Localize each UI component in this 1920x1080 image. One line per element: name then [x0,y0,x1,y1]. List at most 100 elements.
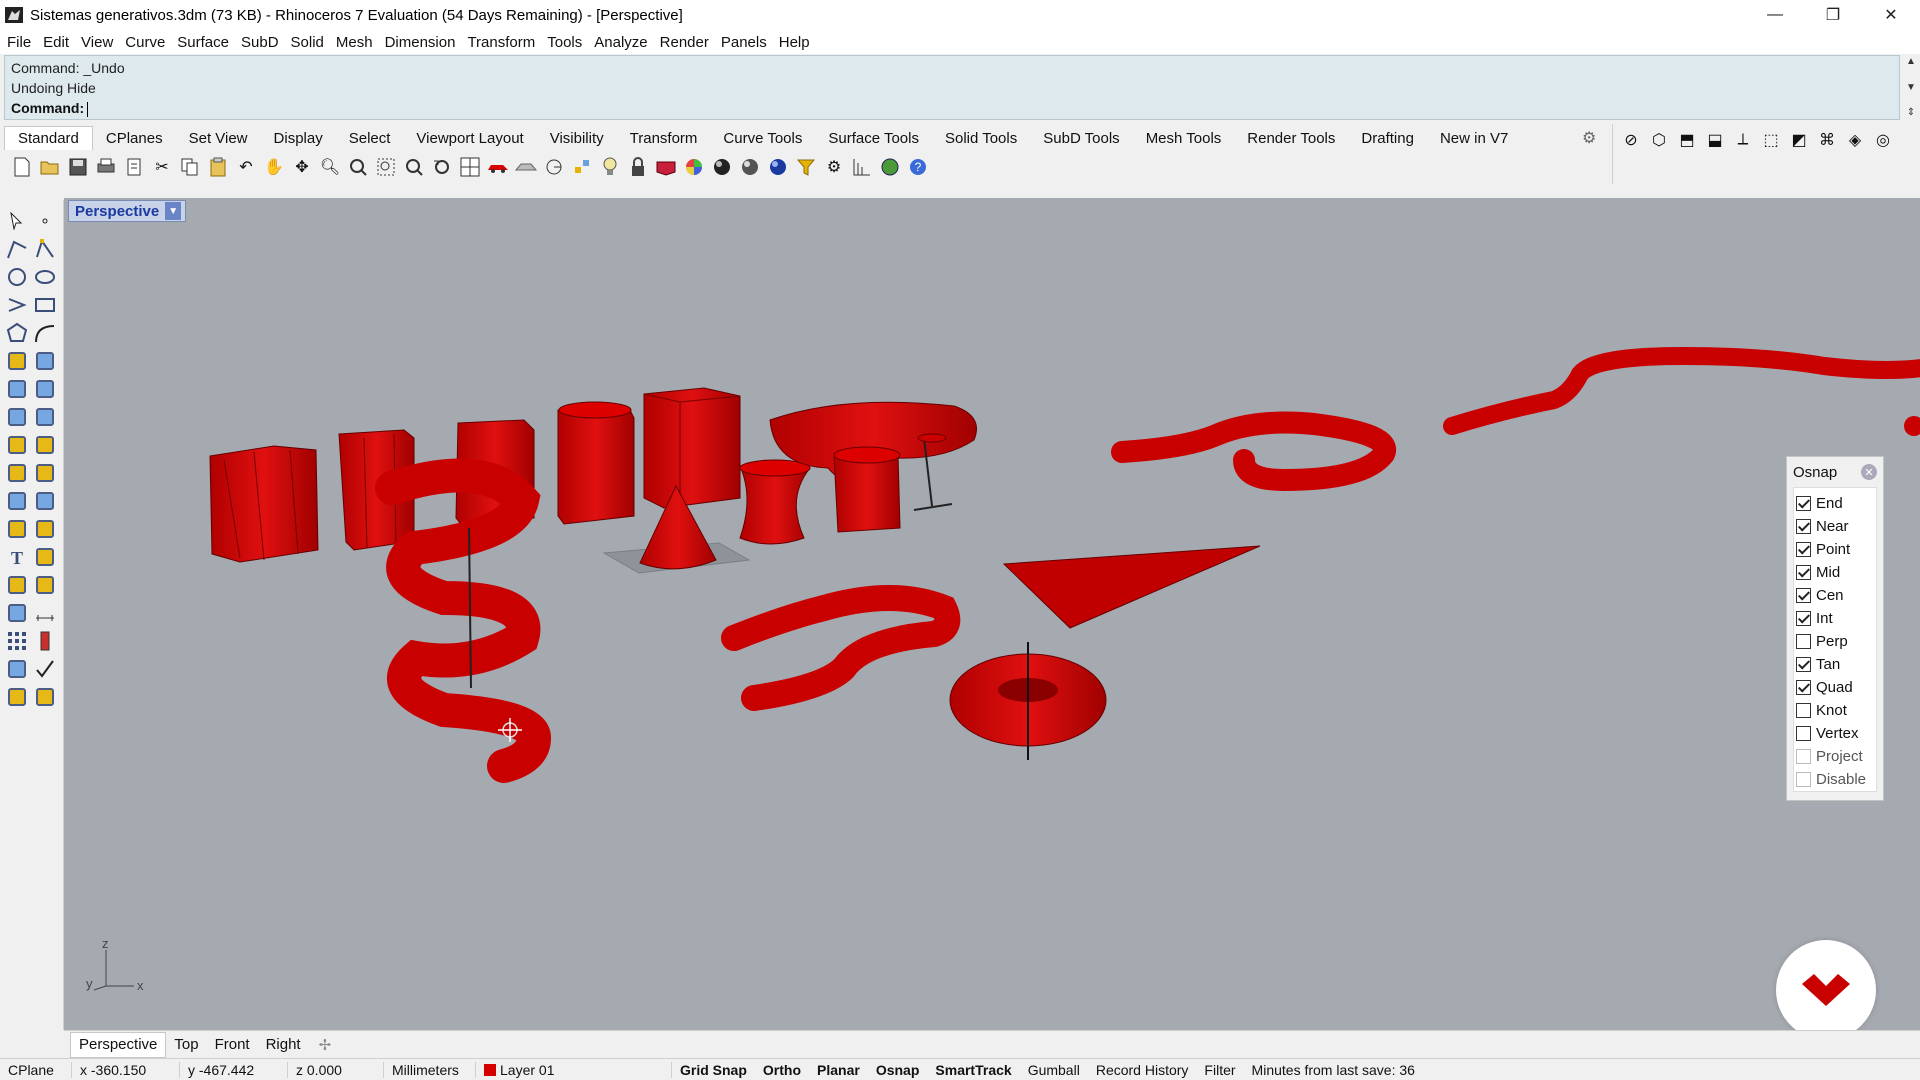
globe-icon[interactable] [878,155,902,179]
osnap-checkbox[interactable] [1796,749,1811,764]
menu-surface[interactable]: Surface [173,34,237,51]
osnap-checkbox[interactable] [1796,542,1811,557]
undo-view-icon[interactable] [430,155,454,179]
toggle-ortho[interactable]: Ortho [755,1062,809,1078]
mesh-tool-icon[interactable] [4,432,30,458]
point-icon[interactable] [32,208,58,234]
tab-mesh-tools[interactable]: Mesh Tools [1133,126,1235,150]
menu-curve[interactable]: Curve [121,34,173,51]
box-edit-icon[interactable] [4,600,30,626]
close-button[interactable]: ✕ [1862,0,1920,30]
osnap-option[interactable]: Perp [1794,630,1876,653]
extrude-icon[interactable] [32,404,58,430]
shell-icon[interactable]: ◈ [1843,128,1867,152]
osnap-option[interactable]: Quad [1794,676,1876,699]
rebuild-icon[interactable]: ⌘ [1815,128,1839,152]
right-view-icon[interactable]: ⬓ [1703,128,1727,152]
fillet-curve-icon[interactable] [32,320,58,346]
viewport-title-tab[interactable]: Perspective ▼ [68,200,187,222]
copy-tool-icon[interactable] [32,460,58,486]
light-icon[interactable] [598,155,622,179]
grid-icon[interactable] [850,155,874,179]
menu-edit[interactable]: Edit [39,34,77,51]
osnap-checkbox[interactable] [1796,611,1811,626]
tab-transform[interactable]: Transform [617,126,711,150]
dimension-tool-icon[interactable] [32,600,58,626]
edit-points-icon[interactable] [32,572,58,598]
zoom-extents-icon[interactable] [374,155,398,179]
boolean-split-icon[interactable] [32,488,58,514]
zoom-window-icon[interactable] [346,155,370,179]
render-tool-icon[interactable] [32,432,58,458]
osnap-option[interactable]: End [1794,492,1876,515]
fillet-icon[interactable] [4,516,30,542]
dimension-icon[interactable]: ⟂ [1731,128,1755,152]
tab-standard[interactable]: Standard [4,126,93,150]
tab-display[interactable]: Display [261,126,336,150]
viewport-menu-arrow-icon[interactable]: ▼ [165,202,182,220]
toggle-gumball[interactable]: Gumball [1020,1062,1088,1078]
menu-subd[interactable]: SubD [237,34,287,51]
mesh-icon[interactable] [514,155,538,179]
scroll-spinner-icon[interactable]: ⇕ [1907,107,1915,118]
add-view-tab-icon[interactable]: ✢ [309,1036,342,1054]
menu-transform[interactable]: Transform [463,34,543,51]
osnap-checkbox[interactable] [1796,496,1811,511]
command-input[interactable] [87,101,89,117]
text-icon[interactable]: T [4,544,30,570]
tab-surface-tools[interactable]: Surface Tools [815,126,932,150]
command-scrollbar[interactable]: ▲ ▼ ⇕ [1902,56,1920,118]
menu-panels[interactable]: Panels [717,34,775,51]
tab-solid-tools[interactable]: Solid Tools [932,126,1030,150]
osnap-option[interactable]: Int [1794,607,1876,630]
toolbar-settings-gear-icon[interactable]: ⚙ [1582,128,1596,148]
osnap-checkbox[interactable] [1796,634,1811,649]
front-view-icon[interactable]: ⬒ [1675,128,1699,152]
group-icon[interactable] [4,572,30,598]
osnap-option[interactable]: Disable [1794,768,1876,791]
gear-cluster-icon[interactable]: ⚙ [822,155,846,179]
cut-icon[interactable]: ✂ [150,155,174,179]
surface-corner-icon[interactable] [4,348,30,374]
undo-icon[interactable]: ↶ [234,155,258,179]
tab-render-tools[interactable]: Render Tools [1234,126,1348,150]
scroll-up-icon[interactable]: ▲ [1906,56,1916,67]
zoom-selected-icon[interactable] [402,155,426,179]
points-icon[interactable] [570,155,594,179]
material-icon[interactable] [654,155,678,179]
render-sphere-icon[interactable] [766,155,790,179]
menu-analyze[interactable]: Analyze [590,34,655,51]
status-layer[interactable]: Layer 01 [476,1061,672,1078]
tab-subd-tools[interactable]: SubD Tools [1030,126,1132,150]
restore-button[interactable]: ❐ [1804,0,1862,30]
color-wheel-icon[interactable] [682,155,706,179]
lock-icon[interactable] [626,155,650,179]
shaded-sphere-icon[interactable] [738,155,762,179]
tab-select[interactable]: Select [336,126,404,150]
osnap-option[interactable]: Knot [1794,699,1876,722]
tab-new-in-v7[interactable]: New in V7 [1427,126,1521,150]
rotate-icon[interactable]: ✥ [290,155,314,179]
osnap-close-icon[interactable]: ✕ [1861,464,1877,480]
menu-dimension[interactable]: Dimension [381,34,464,51]
box-solid-icon[interactable] [4,376,30,402]
tab-drafting[interactable]: Drafting [1348,126,1427,150]
four-viewports-icon[interactable] [458,155,482,179]
grasshopper-icon[interactable]: ⊘ [1619,128,1643,152]
array-icon[interactable] [4,628,30,654]
ellipse-icon[interactable] [32,264,58,290]
osnap-option[interactable]: Point [1794,538,1876,561]
filter-icon[interactable] [794,155,818,179]
box-icon[interactable]: ⬚ [1759,128,1783,152]
toggle-osnap[interactable]: Osnap [868,1062,928,1078]
paste-icon[interactable] [206,155,230,179]
surface-icon[interactable]: ◩ [1787,128,1811,152]
tab-visibility[interactable]: Visibility [537,126,617,150]
status-units[interactable]: Millimeters [384,1061,476,1078]
boolean-union-icon[interactable] [4,488,30,514]
osnap-checkbox[interactable] [1796,657,1811,672]
view-tab-front[interactable]: Front [207,1032,258,1058]
osnap-checkbox[interactable] [1796,519,1811,534]
menu-render[interactable]: Render [656,34,717,51]
check-icon[interactable] [32,656,58,682]
